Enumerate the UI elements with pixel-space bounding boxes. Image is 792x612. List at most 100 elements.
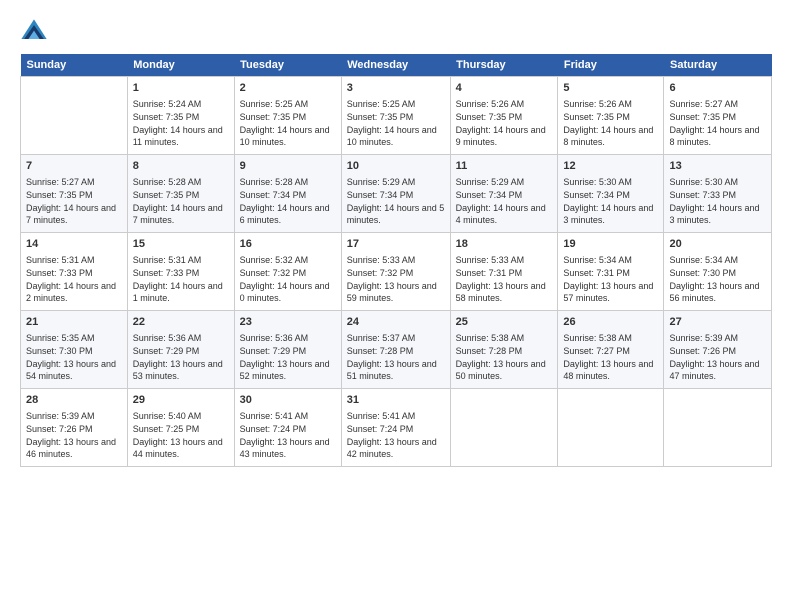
cell-info: Sunrise: 5:41 AMSunset: 7:24 PMDaylight:… — [240, 410, 336, 460]
header-cell-friday: Friday — [558, 54, 664, 77]
cell-date-number: 12 — [563, 159, 658, 174]
cell-date-number: 20 — [669, 237, 766, 252]
cell-info: Sunrise: 5:40 AMSunset: 7:25 PMDaylight:… — [133, 410, 229, 460]
cell-info: Sunrise: 5:34 AMSunset: 7:30 PMDaylight:… — [669, 254, 766, 304]
cell-info: Sunrise: 5:37 AMSunset: 7:28 PMDaylight:… — [347, 332, 445, 382]
calendar-cell: 3 Sunrise: 5:25 AMSunset: 7:35 PMDaylight… — [341, 77, 450, 155]
cell-date-number: 2 — [240, 81, 336, 96]
cell-date-number: 13 — [669, 159, 766, 174]
cell-info: Sunrise: 5:38 AMSunset: 7:27 PMDaylight:… — [563, 332, 658, 382]
calendar-cell: 11Sunrise: 5:29 AMSunset: 7:34 PMDayligh… — [450, 155, 558, 233]
calendar-cell: 9 Sunrise: 5:28 AMSunset: 7:34 PMDaylight… — [234, 155, 341, 233]
cell-info: Sunrise: 5:33 AMSunset: 7:32 PMDaylight:… — [347, 254, 445, 304]
cell-date-number: 24 — [347, 315, 445, 330]
cell-date-number: 5 — [563, 81, 658, 96]
cell-date-number: 7 — [26, 159, 122, 174]
page: SundayMondayTuesdayWednesdayThursdayFrid… — [0, 0, 792, 612]
calendar-cell: 2 Sunrise: 5:25 AMSunset: 7:35 PMDaylight… — [234, 77, 341, 155]
cell-info: Sunrise: 5:28 AMSunset: 7:34 PMDaylight:… — [240, 176, 336, 226]
calendar-cell: 1 Sunrise: 5:24 AMSunset: 7:35 PMDaylight… — [127, 77, 234, 155]
week-row-4: 21Sunrise: 5:35 AMSunset: 7:30 PMDayligh… — [21, 311, 772, 389]
cell-date-number: 14 — [26, 237, 122, 252]
cell-date-number: 17 — [347, 237, 445, 252]
header-row: SundayMondayTuesdayWednesdayThursdayFrid… — [21, 54, 772, 77]
cell-date-number: 4 — [456, 81, 553, 96]
cell-info: Sunrise: 5:30 AMSunset: 7:34 PMDaylight:… — [563, 176, 658, 226]
cell-date-number: 23 — [240, 315, 336, 330]
cell-info: Sunrise: 5:27 AMSunset: 7:35 PMDaylight:… — [26, 176, 122, 226]
cell-date-number: 3 — [347, 81, 445, 96]
cell-date-number: 16 — [240, 237, 336, 252]
cell-date-number: 28 — [26, 393, 122, 408]
cell-info: Sunrise: 5:26 AMSunset: 7:35 PMDaylight:… — [456, 98, 553, 148]
header-cell-sunday: Sunday — [21, 54, 128, 77]
cell-info: Sunrise: 5:25 AMSunset: 7:35 PMDaylight:… — [240, 98, 336, 148]
calendar-cell: 16 Sunrise: 5:32 AMSunset: 7:32 PMDayligh… — [234, 233, 341, 311]
cell-date-number: 1 — [133, 81, 229, 96]
cell-date-number: 25 — [456, 315, 553, 330]
calendar-cell: 25 Sunrise: 5:38 AMSunset: 7:28 PMDayligh… — [450, 311, 558, 389]
calendar-cell: 18 Sunrise: 5:33 AMSunset: 7:31 PMDayligh… — [450, 233, 558, 311]
cell-info: Sunrise: 5:41 AMSunset: 7:24 PMDaylight:… — [347, 410, 445, 460]
cell-date-number: 19 — [563, 237, 658, 252]
calendar-cell: 10 Sunrise: 5:29 AMSunset: 7:34 PMDayligh… — [341, 155, 450, 233]
calendar-cell: 15 Sunrise: 5:31 AMSunset: 7:33 PMDayligh… — [127, 233, 234, 311]
cell-date-number: 26 — [563, 315, 658, 330]
cell-info: Sunrise: 5:28 AMSunset: 7:35 PMDaylight:… — [133, 176, 229, 226]
header-cell-saturday: Saturday — [664, 54, 772, 77]
cell-date-number: 31 — [347, 393, 445, 408]
calendar-cell: 20 Sunrise: 5:34 AMSunset: 7:30 PMDayligh… — [664, 233, 772, 311]
header-cell-tuesday: Tuesday — [234, 54, 341, 77]
cell-info: Sunrise: 5:39 AMSunset: 7:26 PMDaylight:… — [669, 332, 766, 382]
cell-info: Sunrise: 5:36 AMSunset: 7:29 PMDaylight:… — [240, 332, 336, 382]
calendar-cell: 6Sunrise: 5:27 AMSunset: 7:35 PMDaylight… — [664, 77, 772, 155]
cell-info: Sunrise: 5:29 AMSunset: 7:34 PMDaylight:… — [347, 176, 445, 226]
calendar-cell — [664, 389, 772, 467]
cell-info: Sunrise: 5:33 AMSunset: 7:31 PMDaylight:… — [456, 254, 553, 304]
cell-info: Sunrise: 5:30 AMSunset: 7:33 PMDaylight:… — [669, 176, 766, 226]
calendar-cell: 19Sunrise: 5:34 AMSunset: 7:31 PMDayligh… — [558, 233, 664, 311]
cell-info: Sunrise: 5:27 AMSunset: 7:35 PMDaylight:… — [669, 98, 766, 148]
cell-date-number: 18 — [456, 237, 553, 252]
cell-date-number: 9 — [240, 159, 336, 174]
cell-info: Sunrise: 5:39 AMSunset: 7:26 PMDaylight:… — [26, 410, 122, 460]
calendar-cell: 5 Sunrise: 5:26 AMSunset: 7:35 PMDaylight… — [558, 77, 664, 155]
calendar-cell: 13 Sunrise: 5:30 AMSunset: 7:33 PMDayligh… — [664, 155, 772, 233]
week-row-1: 1 Sunrise: 5:24 AMSunset: 7:35 PMDaylight… — [21, 77, 772, 155]
cell-date-number: 8 — [133, 159, 229, 174]
calendar-cell — [450, 389, 558, 467]
cell-info: Sunrise: 5:38 AMSunset: 7:28 PMDaylight:… — [456, 332, 553, 382]
logo-icon — [20, 18, 48, 46]
cell-date-number: 10 — [347, 159, 445, 174]
week-row-3: 14 Sunrise: 5:31 AMSunset: 7:33 PMDayligh… — [21, 233, 772, 311]
calendar-cell: 14 Sunrise: 5:31 AMSunset: 7:33 PMDayligh… — [21, 233, 128, 311]
calendar-cell: 26 Sunrise: 5:38 AMSunset: 7:27 PMDayligh… — [558, 311, 664, 389]
cell-info: Sunrise: 5:31 AMSunset: 7:33 PMDaylight:… — [26, 254, 122, 304]
calendar-cell: 27 Sunrise: 5:39 AMSunset: 7:26 PMDayligh… — [664, 311, 772, 389]
calendar-cell: 29 Sunrise: 5:40 AMSunset: 7:25 PMDayligh… — [127, 389, 234, 467]
header-cell-monday: Monday — [127, 54, 234, 77]
cell-info: Sunrise: 5:25 AMSunset: 7:35 PMDaylight:… — [347, 98, 445, 148]
cell-info: Sunrise: 5:35 AMSunset: 7:30 PMDaylight:… — [26, 332, 122, 382]
calendar-cell: 21Sunrise: 5:35 AMSunset: 7:30 PMDayligh… — [21, 311, 128, 389]
cell-info: Sunrise: 5:26 AMSunset: 7:35 PMDaylight:… — [563, 98, 658, 148]
calendar-cell: 8 Sunrise: 5:28 AMSunset: 7:35 PMDaylight… — [127, 155, 234, 233]
week-row-5: 28 Sunrise: 5:39 AMSunset: 7:26 PMDayligh… — [21, 389, 772, 467]
calendar-cell: 31 Sunrise: 5:41 AMSunset: 7:24 PMDayligh… — [341, 389, 450, 467]
calendar-cell: 22Sunrise: 5:36 AMSunset: 7:29 PMDayligh… — [127, 311, 234, 389]
calendar-table: SundayMondayTuesdayWednesdayThursdayFrid… — [20, 54, 772, 467]
cell-info: Sunrise: 5:31 AMSunset: 7:33 PMDaylight:… — [133, 254, 229, 304]
calendar-cell — [558, 389, 664, 467]
calendar-cell — [21, 77, 128, 155]
calendar-cell: 4 Sunrise: 5:26 AMSunset: 7:35 PMDaylight… — [450, 77, 558, 155]
cell-date-number: 15 — [133, 237, 229, 252]
cell-info: Sunrise: 5:24 AMSunset: 7:35 PMDaylight:… — [133, 98, 229, 148]
cell-date-number: 27 — [669, 315, 766, 330]
cell-date-number: 22 — [133, 315, 229, 330]
week-row-2: 7 Sunrise: 5:27 AMSunset: 7:35 PMDaylight… — [21, 155, 772, 233]
calendar-cell: 23 Sunrise: 5:36 AMSunset: 7:29 PMDayligh… — [234, 311, 341, 389]
cell-date-number: 11 — [456, 159, 553, 174]
calendar-cell: 30Sunrise: 5:41 AMSunset: 7:24 PMDayligh… — [234, 389, 341, 467]
cell-info: Sunrise: 5:32 AMSunset: 7:32 PMDaylight:… — [240, 254, 336, 304]
cell-date-number: 29 — [133, 393, 229, 408]
